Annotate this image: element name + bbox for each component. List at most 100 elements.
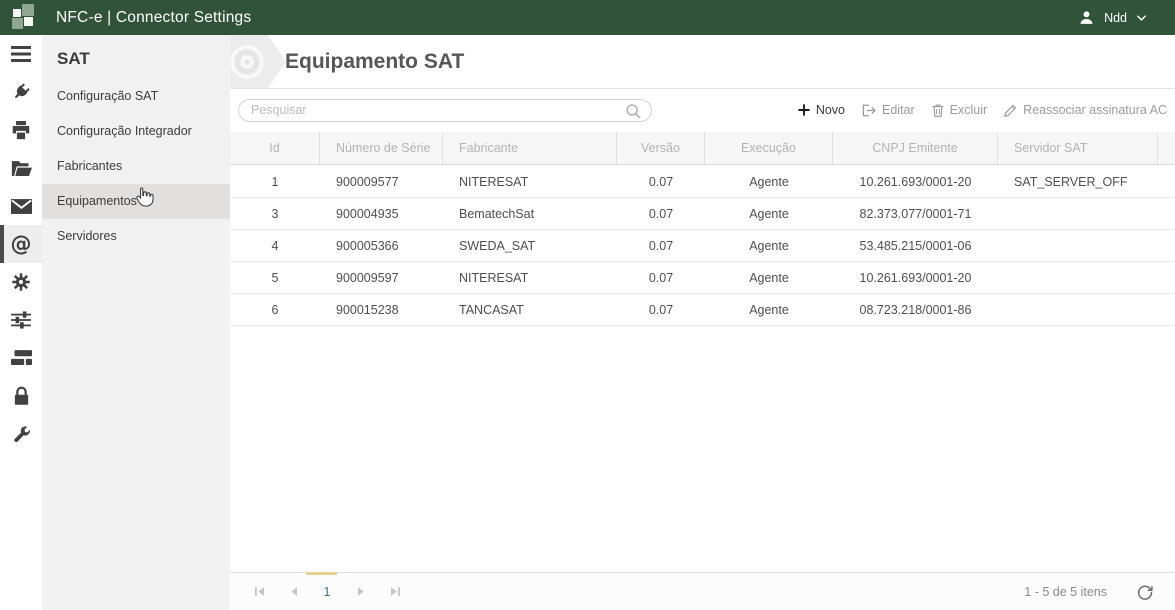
pagination-bar: 1 1 - 5 de 5 itens — [230, 572, 1175, 610]
menu-toggle-button[interactable] — [0, 35, 42, 73]
sidebar-title: SAT — [57, 49, 90, 68]
nav-item-printers[interactable] — [0, 111, 42, 149]
current-page-indicator — [306, 572, 337, 575]
new-button[interactable]: Novo — [798, 103, 845, 117]
column-header-filler — [1158, 132, 1175, 164]
page-banner: Equipamento SAT — [230, 35, 1175, 89]
table-cell: 5 — [271, 270, 279, 285]
nav-item-settings[interactable] — [0, 263, 42, 301]
sidebar-item-equipamentos[interactable]: Equipamentos — [42, 184, 230, 219]
action-buttons: Novo Editar Excluir Reassociar assinatur… — [798, 103, 1167, 117]
sidebar-item-configuracao-integrador[interactable]: Configuração Integrador — [42, 114, 230, 149]
table-cell: Agente — [749, 238, 789, 253]
page-title: Equipamento SAT — [285, 50, 465, 73]
column-header[interactable]: Servidor SAT — [998, 132, 1158, 164]
table-cell: BematechSat — [459, 206, 535, 221]
column-header[interactable]: CNPJ Emitente — [833, 132, 998, 164]
nav-item-nfce[interactable]: @ — [0, 225, 42, 263]
table-cell: Agente — [749, 206, 789, 221]
table-cell: 900009597 — [336, 270, 399, 285]
last-page-icon — [390, 587, 400, 596]
table-body: 1 900009577 NITERESAT 0.07 Agente 10.261.693/… — [230, 166, 1175, 326]
page-number-button[interactable]: 1 — [310, 584, 344, 599]
trash-icon — [932, 104, 944, 117]
table-row[interactable]: 5 900009597 NITERESAT 0.07 Agente 10.261.693/… — [230, 262, 1175, 294]
app-window: NFC-e | Connector Settings Ndd @ SAT Con… — [0, 0, 1175, 610]
user-icon — [1080, 11, 1093, 24]
at-sign-icon: @ — [10, 232, 32, 256]
table-cell: 10.261.693/0001-20 — [859, 174, 972, 189]
sidebar-item-servidores[interactable]: Servidores — [42, 219, 230, 254]
hamburger-icon — [11, 46, 31, 62]
concentric-rings-icon — [230, 45, 264, 79]
nav-rail: @ — [0, 35, 42, 610]
search-box — [238, 98, 652, 122]
column-header[interactable]: Id — [230, 132, 320, 164]
plus-icon — [798, 104, 810, 116]
toolbar: Novo Editar Excluir — [230, 97, 1175, 123]
delete-button[interactable]: Excluir — [932, 103, 987, 117]
table-cell — [998, 230, 1158, 261]
nav-item-security[interactable] — [0, 377, 42, 415]
main-content: Equipamento SAT Novo — [230, 35, 1175, 610]
table-cell: TANCASAT — [459, 302, 524, 317]
user-name: Ndd — [1104, 10, 1127, 25]
nav-item-mail[interactable] — [0, 187, 42, 225]
nav-item-files[interactable] — [0, 149, 42, 187]
printer-icon — [12, 120, 30, 139]
table-cell: NITERESAT — [459, 270, 529, 285]
items-count-label: 1 - 5 de 5 itens — [1024, 584, 1107, 599]
wrench-icon — [13, 425, 30, 442]
reassign-signature-button[interactable]: Reassociar assinatura AC — [1004, 103, 1167, 117]
first-page-button[interactable] — [242, 586, 276, 597]
table-cell — [998, 262, 1158, 293]
table-cell: 0.07 — [648, 206, 674, 221]
user-menu[interactable]: Ndd — [1078, 0, 1147, 35]
sliders-icon — [11, 311, 31, 329]
table-cell: SWEDA_SAT — [459, 238, 536, 253]
table-cell — [998, 294, 1158, 325]
table-cell: 08.723.218/0001-86 — [859, 302, 972, 317]
nav-item-connector[interactable] — [0, 73, 42, 111]
table-cell: 900005366 — [336, 238, 399, 253]
table-cell: SAT_SERVER_OFF — [1014, 174, 1128, 189]
column-header[interactable]: Versão — [617, 132, 705, 164]
column-header[interactable]: Número de Série — [320, 132, 443, 164]
table-row[interactable]: 3 900004935 BematechSat 0.07 Agente 82.373.07… — [230, 198, 1175, 230]
edit-arrow-icon — [862, 104, 876, 116]
nav-item-tools[interactable] — [0, 415, 42, 453]
table-cell: 900009577 — [336, 174, 399, 189]
column-header[interactable]: Execução — [705, 132, 833, 164]
previous-page-icon — [291, 587, 297, 596]
sidebar-item-configuracao-sat[interactable]: Configuração SAT — [42, 79, 230, 114]
table-row[interactable]: 6 900015238 TANCASAT 0.07 Agente 08.723.218/0… — [230, 294, 1175, 326]
first-page-icon — [254, 587, 264, 596]
next-page-button[interactable] — [344, 586, 378, 597]
table-row[interactable]: 1 900009577 NITERESAT 0.07 Agente 10.261.693/… — [230, 166, 1175, 198]
pencil-icon — [1004, 104, 1017, 117]
table-cell: 0.07 — [648, 302, 674, 317]
pager-controls: 1 — [242, 584, 412, 599]
last-page-button[interactable] — [378, 586, 412, 597]
column-header[interactable]: Fabricante — [443, 132, 617, 164]
table-cell: 900015238 — [336, 302, 399, 317]
search-input[interactable] — [251, 103, 631, 117]
table-cell: 53.485.215/0001-06 — [859, 238, 972, 253]
edit-button[interactable]: Editar — [862, 103, 915, 117]
table-cell: Agente — [749, 270, 789, 285]
table-cell — [998, 198, 1158, 229]
table-cell: 0.07 — [648, 174, 674, 189]
previous-page-button[interactable] — [276, 586, 310, 597]
table-cell: Agente — [749, 302, 789, 317]
table-row[interactable]: 4 900005366 SWEDA_SAT 0.07 Agente 53.485.215/… — [230, 230, 1175, 262]
sidebar-item-fabricantes[interactable]: Fabricantes — [42, 149, 230, 184]
refresh-icon[interactable] — [1137, 584, 1153, 600]
table-cell: 4 — [271, 238, 279, 253]
table-header: Id Número de Série Fabricante Versão Execuçã… — [230, 132, 1175, 165]
table-cell: Agente — [749, 174, 789, 189]
mail-icon — [10, 198, 32, 214]
nav-item-preferences[interactable] — [0, 301, 42, 339]
table-cell: 82.373.077/0001-71 — [859, 206, 972, 221]
nav-item-servers[interactable] — [0, 339, 42, 377]
table-cell: 6 — [271, 302, 279, 317]
